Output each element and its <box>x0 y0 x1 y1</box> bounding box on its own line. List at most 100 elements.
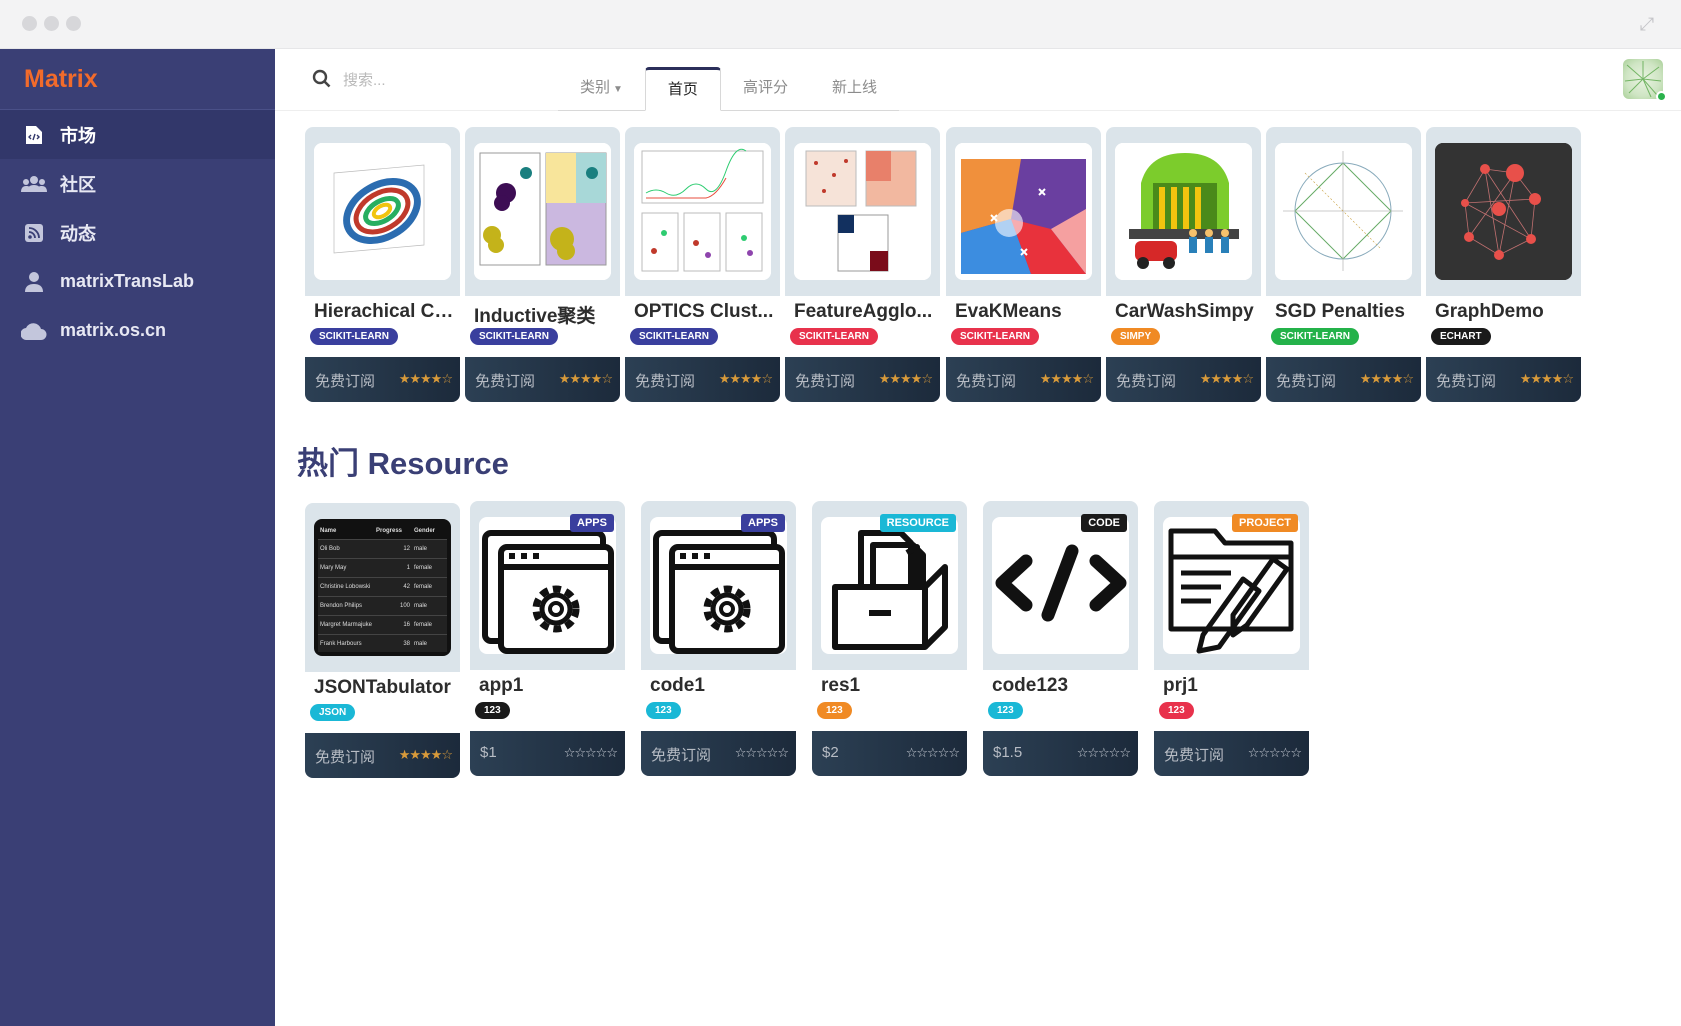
price-label: 免费订阅 <box>956 373 1017 390</box>
card-footer: 免费订阅 ★★★★☆ <box>785 357 940 402</box>
type-tag: APPS <box>570 514 614 532</box>
brand-logo[interactable]: Matrix <box>0 49 275 110</box>
card-title: JSONTabulator <box>314 677 451 698</box>
category-badge: SCIKIT-LEARN <box>951 328 1039 345</box>
resource-card[interactable]: APPS code1 123 免费订阅 ☆☆☆☆☆ <box>641 501 796 776</box>
rating-stars: ★★★★☆ <box>1359 371 1414 386</box>
card-body: SGD Penalties SCIKIT-LEARN <box>1266 296 1421 357</box>
card-title: res1 <box>821 675 861 696</box>
card-thumbnail <box>474 143 611 280</box>
card-body: res1 123 <box>812 670 967 731</box>
category-badge: 123 <box>646 702 681 719</box>
data-table-preview: Name Progress Gender Oli Bob 12 male Mary … <box>318 523 447 652</box>
featured-card[interactable]: Inductive聚类 SCIKIT-LEARN 免费订阅 ★★★★☆ <box>465 127 620 402</box>
card-body: FeatureAgglo... SCIKIT-LEARN <box>785 296 940 357</box>
search-input[interactable] <box>343 66 523 94</box>
table-cell: 100 <box>399 603 410 609</box>
card-body: GraphDemo ECHART <box>1426 296 1581 357</box>
rating-stars: ★★★★☆ <box>1199 371 1254 386</box>
price-label: 免费订阅 <box>1116 373 1177 390</box>
card-title: Hierachical Cl... <box>314 301 454 322</box>
card-thumbnail <box>1435 143 1572 280</box>
table-cell: male <box>414 641 428 647</box>
category-badge: SCIKIT-LEARN <box>630 328 718 345</box>
top-bar: 类别▼ 首页 高评分 新上线 <box>275 49 1681 111</box>
window-minimize-dot[interactable] <box>44 16 59 31</box>
sidebar-item-market[interactable]: 市场 <box>0 110 275 159</box>
card-title: app1 <box>479 675 524 696</box>
main-content: Hierachical Cl... SCIKIT-LEARN 免费订阅 ★★★★… <box>275 111 1681 1026</box>
type-tag: PROJECT <box>1232 514 1298 532</box>
type-tag: APPS <box>741 514 785 532</box>
featured-card[interactable]: EvaKMeans SCIKIT-LEARN 免费订阅 ★★★★☆ <box>946 127 1101 402</box>
card-title: SGD Penalties <box>1275 301 1405 322</box>
price-label: 免费订阅 <box>315 373 376 390</box>
card-thumbnail <box>821 517 958 654</box>
price-label: 免费订阅 <box>651 747 712 764</box>
card-thumbnail <box>955 143 1092 280</box>
resource-card[interactable]: CODE code123 123 $1.5 ☆☆☆☆☆ <box>983 501 1138 776</box>
price-label: $1.5 <box>993 744 1023 761</box>
featured-card[interactable]: FeatureAgglo... SCIKIT-LEARN 免费订阅 ★★★★☆ <box>785 127 940 402</box>
featured-card[interactable]: SGD Penalties SCIKIT-LEARN 免费订阅 ★★★★☆ <box>1266 127 1421 402</box>
resource-card[interactable]: Name Progress Gender Oli Bob 12 male Mary … <box>305 503 460 778</box>
featured-card[interactable]: CarWashSimpy SIMPY 免费订阅 ★★★★☆ <box>1106 127 1261 402</box>
table-cell: male <box>414 603 428 609</box>
sidebar-item-label: 动态 <box>60 223 96 244</box>
rating-stars: ☆☆☆☆☆ <box>734 745 789 760</box>
card-thumbnail <box>1115 143 1252 280</box>
expand-icon[interactable]: ⤢ <box>1637 14 1657 34</box>
cloud-icon <box>20 320 48 342</box>
rating-stars: ☆☆☆☆☆ <box>1247 745 1302 760</box>
price-label: 免费订阅 <box>635 373 696 390</box>
price-label: 免费订阅 <box>1436 373 1497 390</box>
resource-card[interactable]: APPS app1 123 $1 ☆☆☆☆☆ <box>470 501 625 776</box>
table-row: Frank Harbours 38 male <box>318 634 447 653</box>
category-badge: SCIKIT-LEARN <box>310 328 398 345</box>
card-footer: 免费订阅 ★★★★☆ <box>1266 357 1421 402</box>
table-cell: 42 <box>403 584 410 590</box>
window-maximize-dot[interactable] <box>66 16 81 31</box>
category-badge: ECHART <box>1431 328 1491 345</box>
tab-top-rated[interactable]: 高评分 <box>721 66 810 110</box>
featured-card[interactable]: GraphDemo ECHART 免费订阅 ★★★★☆ <box>1426 127 1581 402</box>
card-body: code123 123 <box>983 670 1138 731</box>
card-footer: 免费订阅 ★★★★☆ <box>305 733 460 778</box>
table-row: Margret Marmajuke 16 female <box>318 615 447 634</box>
sidebar-item-matrixtranslab[interactable]: matrixTransLab <box>0 257 275 306</box>
title-bar: ⤢ <box>0 0 1681 49</box>
card-footer: 免费订阅 ★★★★☆ <box>946 357 1101 402</box>
tab-home[interactable]: 首页 <box>644 67 721 111</box>
tab-new[interactable]: 新上线 <box>810 66 899 110</box>
sidebar-item-community[interactable]: 社区 <box>0 159 275 208</box>
category-badge: 123 <box>817 702 852 719</box>
sidebar-item-feed[interactable]: 动态 <box>0 208 275 257</box>
main-tabs: 类别 ▼ 首页 高评分 新上线 <box>558 55 899 111</box>
resource-card[interactable]: PROJECT prj1 123 免费订阅 ☆☆☆☆☆ <box>1154 501 1309 776</box>
card-title: Inductive聚类 <box>474 306 596 327</box>
table-cell: Margret Marmajuke <box>320 622 373 628</box>
tab-category[interactable]: 类别 ▼ <box>558 66 645 110</box>
chevron-down-icon: ▼ <box>613 84 623 95</box>
resource-card[interactable]: RESOURCE res1 123 $2 ☆☆☆☆☆ <box>812 501 967 776</box>
card-title: code1 <box>650 675 705 696</box>
table-cell: 1 <box>406 565 410 571</box>
card-thumbnail <box>479 517 616 654</box>
card-footer: 免费订阅 ★★★★☆ <box>1106 357 1261 402</box>
table-cell: female <box>414 584 433 590</box>
price-label: $1 <box>480 744 497 761</box>
type-tag: CODE <box>1081 514 1127 532</box>
rating-stars: ★★★★☆ <box>398 371 453 386</box>
card-title: code123 <box>992 675 1069 696</box>
featured-card[interactable]: OPTICS Clust... SCIKIT-LEARN 免费订阅 ★★★★☆ <box>625 127 780 402</box>
code-file-icon <box>20 124 48 146</box>
sidebar-item-matrix-os[interactable]: matrix.os.cn <box>0 306 275 355</box>
table-row: Mary May 1 female <box>318 558 447 577</box>
window-close-dot[interactable] <box>22 16 37 31</box>
featured-card[interactable]: Hierachical Cl... SCIKIT-LEARN 免费订阅 ★★★★… <box>305 127 460 402</box>
users-icon <box>20 173 48 195</box>
card-body: code1 123 <box>641 670 796 731</box>
category-badge: JSON <box>310 704 356 721</box>
table-cell: Oli Bob <box>320 546 340 552</box>
card-thumbnail: Name Progress Gender Oli Bob 12 male Mary … <box>314 519 451 656</box>
